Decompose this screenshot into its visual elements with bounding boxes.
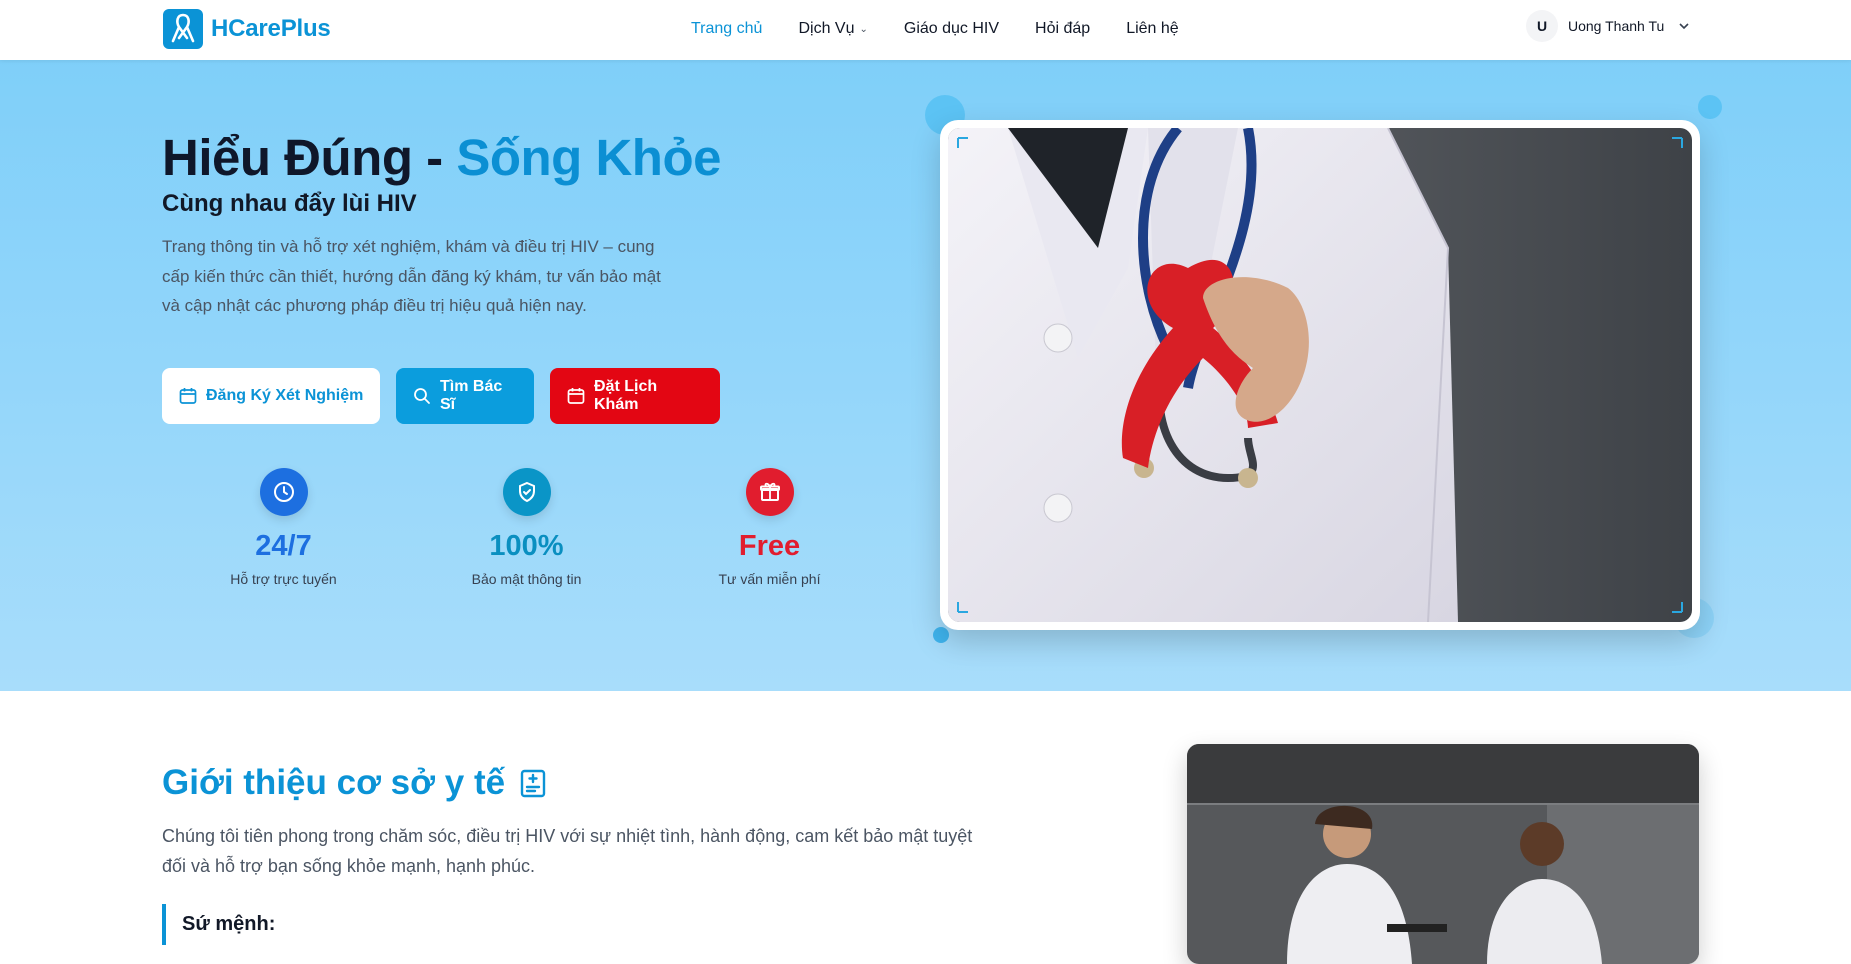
stat-label: Hỗ trợ trực tuyến bbox=[230, 571, 337, 587]
button-label: Đăng Ký Xét Nghiệm bbox=[206, 387, 364, 404]
stat-value: 24/7 bbox=[255, 530, 312, 562]
decorative-circle bbox=[1698, 95, 1722, 119]
stat-label: Tư vấn miễn phí bbox=[718, 571, 821, 587]
hero-buttons: Đăng Ký Xét Nghiệm Tìm Bác Sĩ Đặt Lịch K… bbox=[162, 368, 720, 424]
search-icon bbox=[414, 388, 430, 404]
brand[interactable]: HCarePlus bbox=[163, 9, 331, 49]
decorative-circle bbox=[933, 627, 949, 643]
hero-title: Hiểu Đúng - Sống Khỏe bbox=[162, 128, 721, 187]
hero-title-accent: Sống Khỏe bbox=[456, 129, 721, 186]
nav-item-home[interactable]: Trang chủ bbox=[673, 16, 780, 42]
stat-support: 24/7 Hỗ trợ trực tuyến bbox=[162, 468, 405, 587]
stat-privacy: 100% Bảo mật thông tin bbox=[405, 468, 648, 587]
hero-description: Trang thông tin và hỗ trợ xét nghiệm, kh… bbox=[162, 237, 661, 315]
avatar: U bbox=[1526, 10, 1558, 42]
stats-row: 24/7 Hỗ trợ trực tuyến 100% Bảo mật thôn… bbox=[162, 468, 891, 587]
ribbon-logo-icon bbox=[163, 9, 203, 49]
shield-check-icon bbox=[502, 468, 551, 516]
nav-label: Dịch Vụ bbox=[798, 20, 855, 37]
nav-label: Liên hệ bbox=[1126, 20, 1179, 37]
hero-section: Hiểu Đúng - Sống Khỏe Cùng nhau đẩy lùi … bbox=[0, 60, 1851, 691]
user-menu[interactable]: U Uong Thanh Tu bbox=[1526, 10, 1690, 42]
about-title-text: Giới thiệu cơ sở y tế bbox=[162, 763, 506, 802]
book-appointment-button[interactable]: Đặt Lịch Khám bbox=[550, 368, 720, 424]
stat-free: Free Tư vấn miễn phí bbox=[648, 468, 891, 587]
about-description: Chúng tôi tiên phong trong chăm sóc, điề… bbox=[162, 826, 973, 876]
stat-value: 100% bbox=[489, 530, 564, 562]
clock-icon bbox=[259, 468, 308, 516]
mission-heading: Sứ mệnh: bbox=[162, 904, 275, 945]
gift-icon bbox=[745, 468, 794, 516]
nav-label: Giáo dục HIV bbox=[903, 20, 1000, 37]
stat-label: Bảo mật thông tin bbox=[471, 571, 582, 587]
chevron-down-icon bbox=[1679, 23, 1689, 30]
register-test-button[interactable]: Đăng Ký Xét Nghiệm bbox=[162, 368, 380, 424]
find-doctor-button[interactable]: Tìm Bác Sĩ bbox=[396, 368, 534, 424]
button-label: Tìm Bác Sĩ bbox=[440, 378, 503, 413]
hero-image-frame bbox=[940, 120, 1700, 630]
stat-value: Free bbox=[738, 530, 801, 562]
brand-name: HCarePlus bbox=[211, 15, 331, 42]
nav-item-hiv-education[interactable]: Giáo dục HIV bbox=[886, 16, 1017, 42]
nav-item-contact[interactable]: Liên hệ bbox=[1108, 16, 1197, 42]
user-name: Uong Thanh Tu bbox=[1568, 18, 1665, 34]
about-title: Giới thiệu cơ sở y tế bbox=[162, 763, 549, 803]
nav-label: Trang chủ bbox=[691, 20, 763, 37]
nav-label: Hỏi đáp bbox=[1035, 20, 1091, 37]
main-nav: Trang chủ Dịch Vụ ⌄ Giáo dục HIV Hỏi đáp … bbox=[673, 16, 1197, 42]
hero-title-main: Hiểu Đúng - bbox=[162, 129, 457, 186]
hospital-document-icon bbox=[520, 769, 546, 798]
hero-subtitle: Cùng nhau đẩy lùi HIV bbox=[162, 190, 417, 217]
doctors-consultation-image bbox=[1187, 744, 1699, 964]
doctor-red-ribbon-image bbox=[948, 128, 1692, 622]
calendar-icon bbox=[179, 388, 197, 404]
top-navbar: HCarePlus Trang chủ Dịch Vụ ⌄ Giáo dục HI… bbox=[0, 0, 1851, 60]
chevron-down-icon: ⌄ bbox=[859, 23, 868, 35]
nav-item-faq[interactable]: Hỏi đáp bbox=[1017, 16, 1108, 42]
nav-item-services[interactable]: Dịch Vụ ⌄ bbox=[780, 16, 885, 42]
calendar-icon bbox=[567, 388, 585, 404]
button-label: Đặt Lịch Khám bbox=[594, 378, 658, 413]
